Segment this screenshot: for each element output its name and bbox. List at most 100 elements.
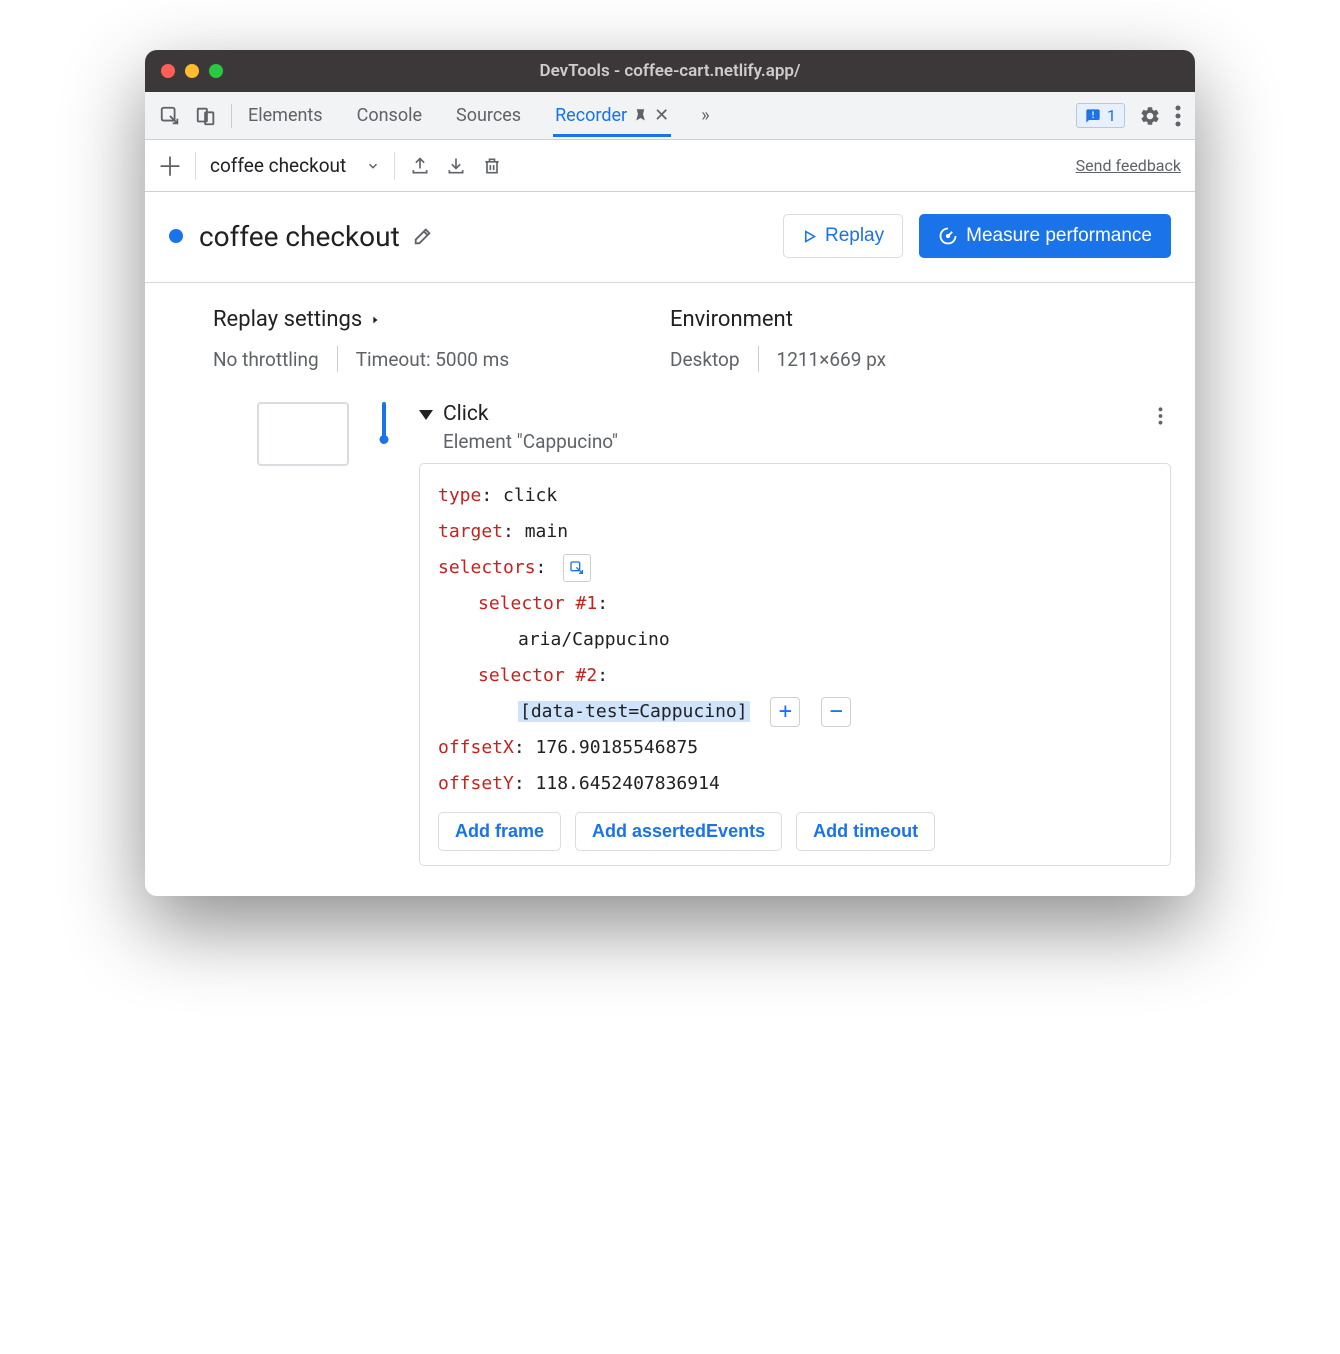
recording-header: coffee checkout Replay Measure performan… xyxy=(145,192,1195,282)
divider xyxy=(231,104,232,128)
chevron-right-icon xyxy=(370,313,380,327)
screenshot-thumbnail[interactable] xyxy=(257,402,349,466)
tab-recorder[interactable]: Recorder ✕ xyxy=(553,94,671,137)
key-sel1: selector #1 xyxy=(478,593,597,614)
issues-badge[interactable]: 1 xyxy=(1076,103,1125,128)
screenshot-thumbnail-col xyxy=(189,396,349,866)
key-sel2: selector #2 xyxy=(478,665,597,686)
environment-label: Environment xyxy=(670,307,793,332)
device-value: Desktop xyxy=(670,348,740,371)
traffic-lights xyxy=(161,64,223,78)
step-subtitle: Element "Cappucino" xyxy=(443,430,1140,453)
step-name: Click xyxy=(443,402,1140,426)
edit-title-icon[interactable] xyxy=(412,225,434,247)
val-sel1[interactable]: aria/Cappucino xyxy=(518,629,670,650)
environment-header: Environment xyxy=(670,307,1127,332)
environment-values: Desktop 1211×669 px xyxy=(670,346,1127,372)
detail-row-type: type: click xyxy=(438,478,1152,514)
tab-elements[interactable]: Elements xyxy=(246,94,325,137)
val-sel2[interactable]: [data-test=Cappucino] xyxy=(518,701,750,722)
add-selector-button[interactable]: + xyxy=(770,697,800,727)
val-type[interactable]: click xyxy=(503,485,557,506)
step-panel: Click Element "Cappucino" type: click ta… xyxy=(419,396,1171,866)
recording-dropdown[interactable]: coffee checkout xyxy=(210,154,380,177)
key-offx: offsetX xyxy=(438,737,514,758)
measure-performance-button[interactable]: Measure performance xyxy=(919,214,1171,258)
step-titles: Click Element "Cappucino" xyxy=(443,402,1140,453)
step-details: type: click target: main selectors: sele… xyxy=(419,463,1171,866)
tab-sources[interactable]: Sources xyxy=(454,94,523,137)
key-offy: offsetY xyxy=(438,773,514,794)
import-icon[interactable] xyxy=(445,155,467,177)
more-tabs-icon[interactable]: » xyxy=(701,105,709,126)
divider xyxy=(394,152,395,180)
replay-settings-label: Replay settings xyxy=(213,307,362,332)
val-offx[interactable]: 176.90185546875 xyxy=(536,737,699,758)
settings-row: Replay settings No throttling Timeout: 5… xyxy=(145,283,1195,396)
detail-row-selector-2: selector #2: xyxy=(438,658,1152,694)
val-target[interactable]: main xyxy=(525,521,568,542)
chevron-down-icon xyxy=(366,159,380,173)
add-buttons-row: Add frame Add assertedEvents Add timeout xyxy=(438,812,1152,851)
pin-icon xyxy=(633,108,648,123)
close-window-button[interactable] xyxy=(161,64,175,78)
issues-count: 1 xyxy=(1107,106,1116,125)
timeout-value: Timeout: 5000 ms xyxy=(356,348,509,371)
step-header[interactable]: Click Element "Cappucino" xyxy=(419,396,1171,463)
replay-settings-header[interactable]: Replay settings xyxy=(213,307,670,332)
more-options-icon[interactable] xyxy=(1175,105,1181,127)
new-recording-icon[interactable]: ＋ xyxy=(159,155,181,177)
detail-row-selectors: selectors: xyxy=(438,550,1152,586)
detail-row-selector-1-val: aria/Cappucino xyxy=(438,622,1152,658)
steps-area: Click Element "Cappucino" type: click ta… xyxy=(145,396,1195,896)
add-frame-button[interactable]: Add frame xyxy=(438,812,561,851)
remove-selector-button[interactable]: − xyxy=(821,697,851,727)
replay-button[interactable]: Replay xyxy=(783,214,903,258)
minimize-window-button[interactable] xyxy=(185,64,199,78)
inspect-element-icon[interactable] xyxy=(159,105,181,127)
measure-label: Measure performance xyxy=(966,225,1152,247)
recording-name: coffee checkout xyxy=(210,154,346,177)
val-offy[interactable]: 118.6452407836914 xyxy=(536,773,720,794)
tab-console[interactable]: Console xyxy=(355,94,424,137)
detail-row-selector-1: selector #1: xyxy=(438,586,1152,622)
add-asserted-events-button[interactable]: Add assertedEvents xyxy=(575,812,782,851)
export-icon[interactable] xyxy=(409,155,431,177)
dimensions-value: 1211×669 px xyxy=(777,348,887,371)
key-selectors: selectors xyxy=(438,557,536,578)
step-more-icon[interactable] xyxy=(1150,402,1171,430)
gauge-icon xyxy=(938,226,958,246)
recording-title: coffee checkout xyxy=(199,220,400,253)
replay-settings-values: No throttling Timeout: 5000 ms xyxy=(213,346,670,372)
detail-row-offsety: offsetY: 118.6452407836914 xyxy=(438,766,1152,802)
replay-label: Replay xyxy=(825,225,884,247)
detail-row-target: target: main xyxy=(438,514,1152,550)
send-feedback-link[interactable]: Send feedback xyxy=(1076,156,1181,175)
titlebar: DevTools - coffee-cart.netlify.app/ xyxy=(145,50,1195,92)
window-title: DevTools - coffee-cart.netlify.app/ xyxy=(145,61,1195,81)
play-icon xyxy=(802,229,817,244)
divider xyxy=(195,152,196,180)
timeline-track xyxy=(373,396,395,866)
device-toolbar-icon[interactable] xyxy=(195,105,217,127)
divider xyxy=(337,346,338,372)
maximize-window-button[interactable] xyxy=(209,64,223,78)
environment-settings: Environment Desktop 1211×669 px xyxy=(670,307,1127,372)
divider xyxy=(758,346,759,372)
close-tab-icon[interactable]: ✕ xyxy=(654,105,669,126)
recorder-toolbar: ＋ coffee checkout Send feedback xyxy=(145,140,1195,192)
detail-row-offsetx: offsetX: 176.90185546875 xyxy=(438,730,1152,766)
settings-icon[interactable] xyxy=(1139,105,1161,127)
main-toolbar: Elements Console Sources Recorder ✕ » 1 xyxy=(145,92,1195,140)
issue-icon xyxy=(1085,108,1101,124)
track-dot xyxy=(380,435,389,444)
devtools-window: DevTools - coffee-cart.netlify.app/ Elem… xyxy=(145,50,1195,896)
replay-settings: Replay settings No throttling Timeout: 5… xyxy=(213,307,670,372)
pick-selector-icon[interactable] xyxy=(563,554,591,582)
recording-status-dot xyxy=(169,229,183,243)
panel-tabs: Elements Console Sources Recorder ✕ » xyxy=(246,94,1062,137)
delete-icon[interactable] xyxy=(481,155,503,177)
expand-toggle-icon[interactable] xyxy=(419,410,433,420)
add-timeout-button[interactable]: Add timeout xyxy=(796,812,935,851)
tab-recorder-label: Recorder xyxy=(555,105,627,126)
